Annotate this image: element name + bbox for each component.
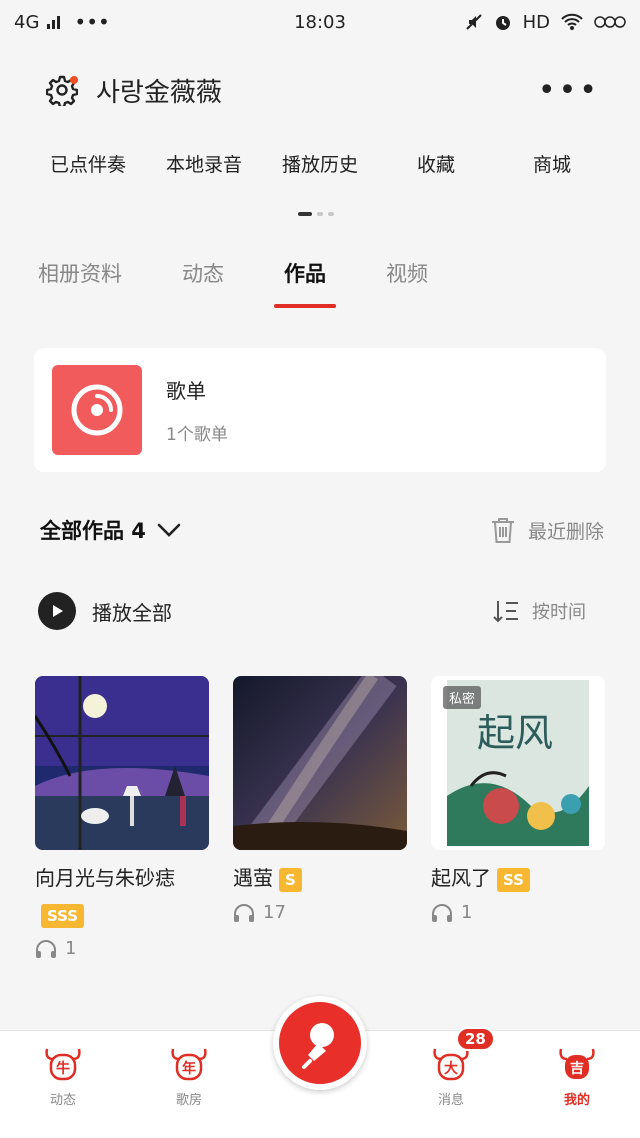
nav-item-messages[interactable]: 大 28 消息	[406, 1027, 496, 1108]
tab-works[interactable]: 作品	[274, 252, 336, 308]
nav-label: 消息	[437, 1093, 464, 1108]
playlist-card[interactable]: 歌单 1个歌单	[34, 348, 606, 472]
svg-text:年: 年	[182, 1060, 196, 1077]
sort-label: 按时间	[532, 602, 586, 623]
quick-menu: 已点伴奏 本地录音 播放历史 收藏 商城	[0, 140, 640, 186]
work-grade-badge: SSS	[41, 903, 85, 928]
wifi-icon	[561, 13, 583, 30]
tab-album-info[interactable]: 相册资料	[28, 252, 132, 302]
work-play-count: 1	[431, 902, 605, 923]
nav-item-moments[interactable]: 牛 动态	[18, 1031, 108, 1108]
headphones-icon	[234, 903, 254, 922]
quick-item-play-history[interactable]: 播放历史	[262, 150, 378, 177]
more-menu-button[interactable]: •••	[538, 73, 600, 108]
message-count-badge: 28	[456, 1027, 495, 1051]
network-label: 4G	[14, 11, 40, 33]
profile-header: 사랑金薇薇 •••	[0, 60, 640, 120]
alarm-icon	[495, 16, 510, 30]
sort-by-time-button[interactable]: 按时间	[492, 598, 586, 624]
profile-tabs: 相册资料 动态 作品 视频	[0, 252, 640, 314]
quick-item-accompaniment[interactable]: 已点伴奏	[30, 150, 146, 177]
tab-videos[interactable]: 视频	[376, 252, 438, 302]
microphone-icon	[302, 1023, 334, 1069]
works-header: 全部作品 4 最近删除	[40, 508, 604, 552]
work-title: 向月光与朱砂痣SSS	[35, 860, 209, 932]
work-cover	[35, 676, 209, 850]
chevron-down-icon[interactable]	[156, 521, 182, 539]
quick-item-favorites[interactable]: 收藏	[378, 150, 494, 177]
nav-item-rooms[interactable]: 年 歌房	[144, 1031, 234, 1108]
recently-deleted-label: 最近删除	[527, 520, 604, 543]
tab-moments[interactable]: 动态	[172, 252, 234, 302]
work-play-count: 1	[35, 938, 209, 959]
private-tag: 私密	[443, 686, 482, 709]
record-button[interactable]	[273, 996, 367, 1090]
work-item[interactable]: 起风 私密 起风了 SS 1	[431, 676, 605, 959]
quick-item-store[interactable]: 商城	[494, 150, 610, 177]
sort-icon	[493, 601, 518, 623]
headphones-icon	[432, 903, 452, 922]
work-title: 遇萤 S	[233, 860, 407, 896]
signal-icon	[47, 15, 61, 29]
hd-label: HD	[522, 11, 550, 33]
ox-moments-icon: 牛	[45, 1048, 81, 1081]
nav-item-me[interactable]: 吉 我的	[532, 1031, 622, 1108]
playlist-title: 歌单	[166, 379, 206, 403]
mute-icon	[465, 14, 482, 30]
playlist-cover	[52, 365, 142, 455]
works-grid: 向月光与朱砂痣SSS 1 遇萤 S 17 起风 私密 起风了 SS 1	[35, 676, 605, 959]
battery-icon	[594, 16, 626, 28]
recently-deleted-button[interactable]: 最近删除	[490, 516, 604, 544]
work-item[interactable]: 遇萤 S 17	[233, 676, 407, 959]
works-filter-label[interactable]: 全部作品 4	[40, 515, 146, 545]
play-all-row: 播放全部 按时间	[38, 588, 586, 634]
work-play-count: 17	[233, 902, 407, 923]
nav-label: 歌房	[175, 1093, 202, 1108]
ox-me-icon: 吉	[559, 1048, 595, 1079]
more-status-icon: •••	[74, 10, 110, 34]
ox-rooms-icon: 年	[171, 1048, 207, 1081]
play-icon	[53, 605, 63, 617]
play-all-button[interactable]	[38, 592, 76, 630]
work-cover: 起风 私密	[431, 676, 605, 850]
svg-text:吉: 吉	[570, 1060, 584, 1077]
status-time: 18:03	[294, 11, 346, 33]
username: 사랑金薇薇	[96, 77, 222, 108]
work-title: 起风了 SS	[431, 860, 605, 896]
settings-notification-dot	[70, 76, 78, 84]
settings-button[interactable]	[40, 68, 84, 112]
playlist-count: 1个歌单	[166, 425, 228, 445]
svg-text:牛: 牛	[56, 1060, 70, 1077]
work-grade-badge: S	[279, 867, 302, 892]
work-cover	[233, 676, 407, 850]
nav-label: 动态	[49, 1093, 76, 1108]
work-grade-badge: SS	[497, 867, 530, 892]
svg-text:大: 大	[444, 1060, 458, 1077]
trash-icon	[491, 518, 514, 543]
work-item[interactable]: 向月光与朱砂痣SSS 1	[35, 676, 209, 959]
page-indicator	[298, 212, 334, 216]
headphones-icon	[36, 939, 56, 958]
status-bar: 4G ••• 18:03 HD	[0, 0, 640, 44]
quick-item-local-recordings[interactable]: 本地录音	[146, 150, 262, 177]
disc-icon	[71, 384, 123, 436]
svg-text:起风: 起风	[477, 711, 553, 755]
play-all-label[interactable]: 播放全部	[92, 597, 172, 626]
nav-label: 我的	[563, 1093, 590, 1108]
